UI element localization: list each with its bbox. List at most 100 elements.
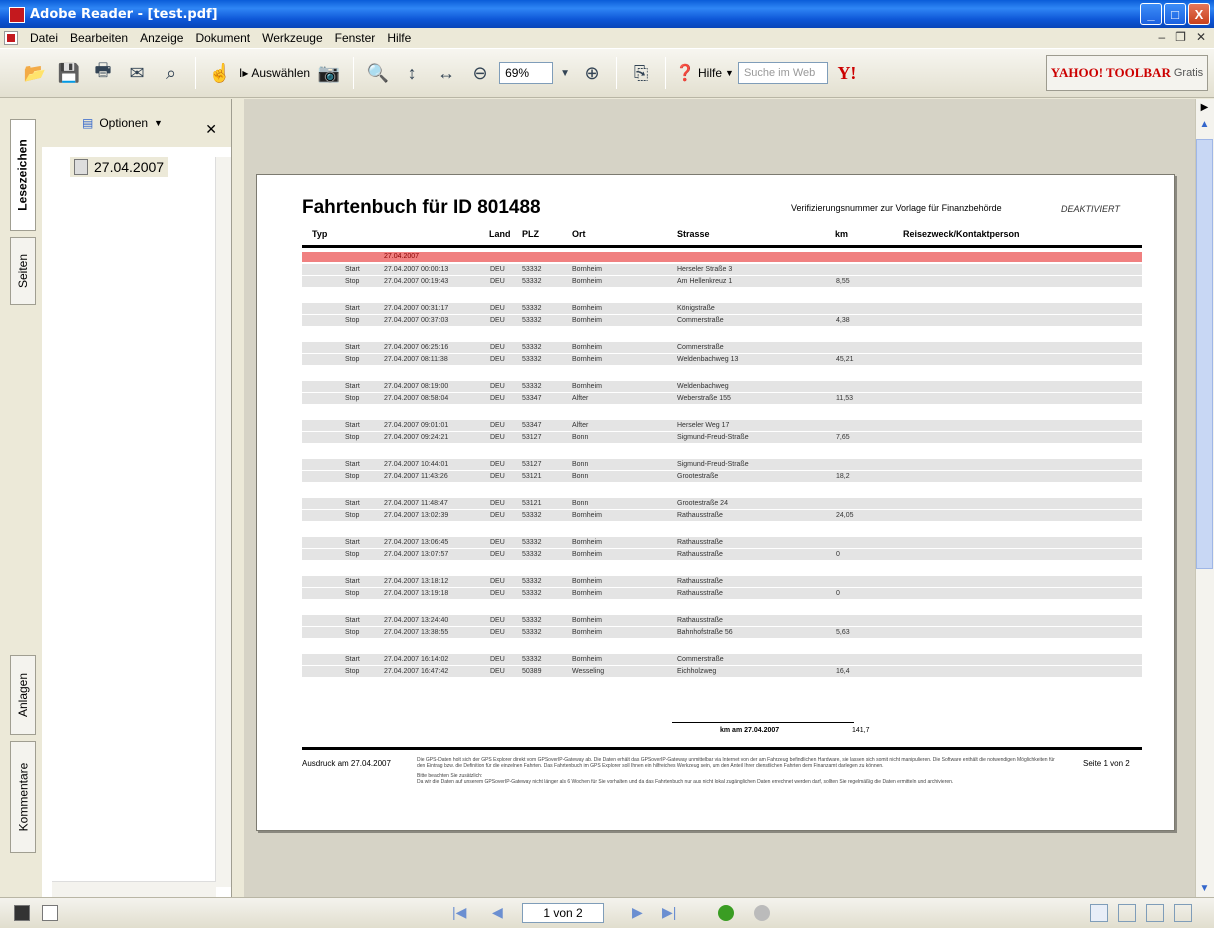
menu-bar: Datei Bearbeiten Anzeige Dokument Werkze… — [0, 28, 1214, 48]
cell-land: DEU — [490, 617, 505, 624]
col-strasse: Strasse — [677, 229, 710, 239]
cell-land: DEU — [490, 590, 505, 597]
cell-typ: Stop — [345, 473, 360, 480]
panel-arrow-icon[interactable]: ▶ — [1196, 99, 1213, 116]
zoom-out-icon[interactable]: ⊖ — [465, 58, 495, 88]
tab-lesezeichen[interactable]: Lesezeichen — [10, 119, 36, 231]
continuous-view-icon[interactable] — [1118, 904, 1136, 922]
cell-km: 45,21 — [836, 356, 854, 363]
zoom-input[interactable]: 69% — [499, 62, 554, 84]
tab-anlagen[interactable]: Anlagen — [10, 655, 36, 735]
cell-typ: Stop — [345, 395, 360, 402]
fit-page-icon[interactable]: ↕ — [397, 58, 427, 88]
menu-bearbeiten[interactable]: Bearbeiten — [64, 31, 134, 45]
menu-dokument[interactable]: Dokument — [189, 31, 256, 45]
tab-seiten[interactable]: Seiten — [10, 237, 36, 305]
open-folder-icon[interactable]: 📂 — [20, 58, 50, 88]
document-icon[interactable] — [4, 31, 18, 45]
cell-strasse: Weberstraße 155 — [677, 395, 731, 402]
single-page-view-icon[interactable] — [1090, 904, 1108, 922]
zoom-dropdown-icon[interactable]: ▼ — [557, 58, 573, 88]
adobe-reader-icon — [8, 6, 25, 23]
table-row: Start 27.04.2007 13:06:45 DEU 53332 Bornheim… — [302, 537, 1142, 548]
cell-datetime: 27.04.2007 11:48:47 — [384, 500, 448, 507]
scrollbar-thumb[interactable] — [1196, 139, 1213, 569]
doc-restore-icon[interactable]: ❐ — [1175, 30, 1186, 44]
cell-datetime: 27.04.2007 09:24:21 — [384, 434, 449, 441]
cell-land: DEU — [490, 656, 505, 663]
cell-strasse: Herseler Weg 17 — [677, 422, 730, 429]
page-number-input[interactable]: 1 von 2 — [522, 903, 604, 923]
previous-page-icon[interactable]: ◀ — [492, 904, 503, 921]
table-row: Start 27.04.2007 09:01:01 DEU 53347 Alfter He… — [302, 420, 1142, 431]
go-back-icon[interactable] — [718, 905, 734, 921]
binoculars-icon[interactable]: ⌕ — [156, 58, 186, 88]
maximize-button[interactable]: □ — [1164, 3, 1186, 25]
cell-datetime: 27.04.2007 10:44:01 — [384, 461, 449, 468]
cell-typ: Start — [345, 617, 360, 624]
go-forward-icon[interactable] — [754, 905, 770, 921]
document-vertical-scrollbar[interactable]: ▶ ▲ ▼ — [1195, 99, 1214, 897]
cell-ort: Bornheim — [572, 539, 602, 546]
date-group-row: 27.04.2007 — [302, 252, 1142, 262]
yahoo-toolbar-button[interactable]: YAHOO! TOOLBAR Gratis — [1046, 55, 1208, 91]
menu-werkzeuge[interactable]: Werkzeuge — [256, 31, 328, 45]
doc-minimize-icon[interactable]: – — [1158, 30, 1165, 44]
print-icon[interactable]: 🖶 — [88, 58, 118, 88]
cell-land: DEU — [490, 578, 505, 585]
rotate-page-icon[interactable]: ⎘ — [626, 58, 656, 88]
menu-fenster[interactable]: Fenster — [329, 31, 382, 45]
help-dropdown-icon: ▼ — [725, 68, 734, 78]
cell-ort: Bornheim — [572, 344, 602, 351]
minimize-button[interactable]: _ — [1140, 3, 1162, 25]
first-page-icon[interactable]: |◀ — [452, 904, 466, 921]
menu-datei[interactable]: Datei — [24, 31, 64, 45]
cell-km: 8,55 — [836, 278, 850, 285]
scroll-down-icon[interactable]: ▼ — [1196, 880, 1213, 897]
web-search-input[interactable]: Suche im Web — [737, 62, 828, 84]
menu-anzeige[interactable]: Anzeige — [134, 31, 189, 45]
hand-tool-icon[interactable]: ☝ — [205, 58, 235, 88]
table-row: Stop 27.04.2007 00:19:43 DEU 53332 Bornheim A… — [302, 276, 1142, 287]
zoom-in-tool-icon[interactable]: 🔍 — [363, 58, 393, 88]
save-icon[interactable]: 💾 — [54, 58, 84, 88]
bookmark-item[interactable]: 27.04.2007 — [70, 157, 169, 177]
doc-close-icon[interactable]: ✕ — [1196, 30, 1206, 44]
cell-ort: Bonn — [572, 461, 589, 468]
last-page-icon[interactable]: ▶| — [662, 904, 676, 921]
yahoo-y-icon[interactable]: Y! — [832, 58, 862, 88]
cell-typ: Start — [345, 344, 360, 351]
page-view-icon[interactable] — [14, 905, 30, 921]
menu-hilfe[interactable]: Hilfe — [381, 31, 417, 45]
table-row: Start 27.04.2007 06:25:16 DEU 53332 Bornheim… — [302, 342, 1142, 353]
scroll-up-icon[interactable]: ▲ — [1196, 116, 1213, 133]
help-button[interactable]: ❓ Hilfe ▼ — [675, 63, 734, 83]
cell-land: DEU — [490, 266, 505, 273]
bookmark-label: 27.04.2007 — [94, 159, 165, 175]
bookmarks-horizontal-scrollbar[interactable] — [52, 881, 216, 897]
cell-strasse: Bahnhofstraße 56 — [677, 629, 733, 636]
document-viewport[interactable]: Fahrtenbuch für ID 801488 Verifizierungs… — [244, 99, 1195, 897]
close-button[interactable]: X — [1188, 3, 1210, 25]
tab-kommentare[interactable]: Kommentare — [10, 741, 36, 853]
next-page-icon[interactable]: ▶ — [632, 904, 643, 921]
cell-plz: 53332 — [522, 317, 542, 324]
facing-view-icon[interactable] — [1146, 904, 1164, 922]
cell-km: 24,05 — [836, 512, 854, 519]
panel-close-icon[interactable]: ✕ — [205, 121, 217, 138]
snapshot-camera-icon[interactable]: 📷 — [314, 58, 344, 88]
cell-strasse: Commerstraße — [677, 317, 724, 324]
zoom-in-icon[interactable]: ⊕ — [577, 58, 607, 88]
cell-km: 5,63 — [836, 629, 850, 636]
bookmarks-vertical-scrollbar[interactable] — [215, 157, 231, 887]
continuous-facing-view-icon[interactable] — [1174, 904, 1192, 922]
select-tool-button[interactable]: Ι▸ Auswählen — [239, 66, 310, 80]
cell-strasse: Weldenbachweg 13 — [677, 356, 739, 363]
col-land: Land — [489, 229, 511, 239]
header-rule — [302, 245, 1142, 248]
email-icon[interactable]: ✉ — [122, 58, 152, 88]
options-button[interactable]: Optionen — [99, 116, 148, 130]
fit-width-icon[interactable]: ↔ — [431, 58, 461, 88]
page-setup-icon[interactable] — [42, 905, 58, 921]
cell-typ: Stop — [345, 551, 360, 558]
